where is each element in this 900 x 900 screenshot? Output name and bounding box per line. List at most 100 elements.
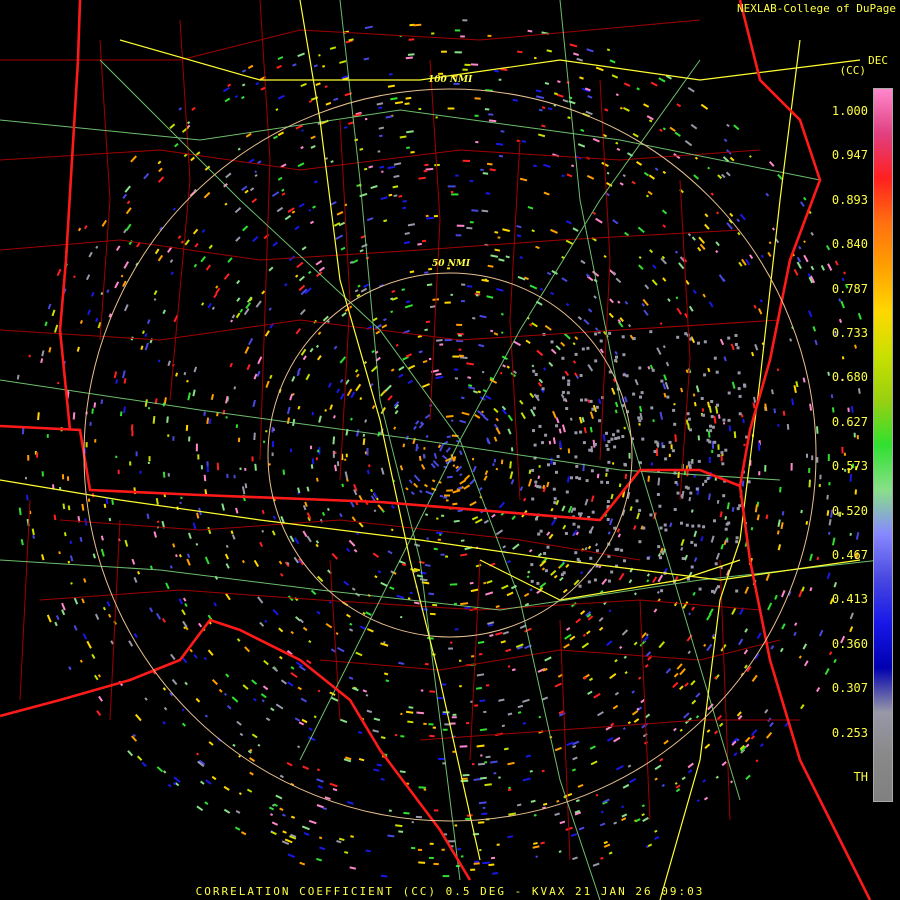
echo-pixel <box>629 777 637 784</box>
echo-pixel <box>122 193 128 200</box>
echo-pixel <box>673 727 677 732</box>
echo-pixel <box>148 456 151 462</box>
echo-pixel <box>764 709 769 714</box>
echo-pixel <box>407 720 414 724</box>
clutter-pixel <box>579 374 583 377</box>
clutter-pixel <box>556 455 560 458</box>
echo-pixel <box>196 512 200 519</box>
echo-pixel <box>79 659 83 663</box>
echo-pixel <box>311 458 315 464</box>
echo-pixel <box>276 206 284 213</box>
echo-pixel <box>172 782 177 786</box>
clutter-pixel <box>538 424 542 428</box>
echo-pixel <box>452 464 456 468</box>
echo-pixel <box>439 343 444 346</box>
echo-pixel <box>102 606 106 611</box>
echo-pixel <box>563 333 571 340</box>
echo-pixel <box>55 615 60 621</box>
echo-pixel <box>149 607 154 613</box>
echo-pixel <box>665 668 672 674</box>
echo-pixel <box>493 436 498 442</box>
echo-pixel <box>485 591 494 596</box>
echo-pixel <box>368 165 374 169</box>
echo-pixel <box>602 434 606 442</box>
echo-pixel <box>507 788 512 792</box>
clutter-pixel <box>725 539 729 543</box>
echo-pixel <box>398 830 404 833</box>
echo-pixel <box>254 170 258 174</box>
echo-pixel <box>144 332 148 338</box>
echo-pixel <box>690 123 698 130</box>
echo-pixel <box>654 835 660 840</box>
echo-pixel <box>589 426 593 433</box>
clutter-pixel <box>706 438 710 442</box>
echo-pixel <box>180 496 183 500</box>
echo-pixel <box>623 396 628 403</box>
echo-pixel <box>275 108 279 111</box>
echo-pixel <box>73 597 79 605</box>
echo-pixel <box>688 612 691 616</box>
echo-pixel <box>530 408 536 417</box>
clutter-pixel <box>586 346 590 350</box>
echo-pixel <box>777 544 782 551</box>
echo-pixel <box>31 528 35 536</box>
echo-pixel <box>437 757 446 761</box>
clutter-pixel <box>621 435 625 438</box>
echo-pixel <box>550 519 557 526</box>
clutter-pixel <box>703 373 707 377</box>
echo-pixel <box>781 511 785 516</box>
echo-pixel <box>611 387 616 395</box>
echo-pixel <box>325 101 332 106</box>
echo-pixel <box>383 318 387 322</box>
echo-pixel <box>488 113 494 116</box>
clutter-pixel <box>658 504 662 508</box>
clutter-pixel <box>690 460 694 464</box>
echo-pixel <box>529 769 533 773</box>
echo-pixel <box>693 530 698 538</box>
echo-pixel <box>241 559 245 564</box>
echo-pixel <box>506 591 514 597</box>
echo-pixel <box>738 261 743 267</box>
echo-pixel <box>276 64 282 69</box>
clutter-pixel <box>650 406 654 410</box>
echo-pixel <box>722 422 726 425</box>
clutter-pixel <box>595 405 599 409</box>
echo-pixel <box>633 718 640 723</box>
echo-pixel <box>535 855 538 858</box>
echo-pixel <box>451 193 459 196</box>
echo-pixel <box>139 470 142 474</box>
echo-pixel <box>744 586 750 594</box>
echo-pixel <box>643 309 649 316</box>
echo-pixel <box>478 343 485 348</box>
echo-pixel <box>541 769 545 773</box>
echo-pixel <box>432 726 437 729</box>
echo-pixel <box>348 628 354 632</box>
echo-pixel <box>141 761 147 768</box>
clutter-pixel <box>703 340 707 344</box>
echo-pixel <box>466 285 473 288</box>
echo-pixel <box>462 19 468 22</box>
echo-pixel <box>490 329 494 333</box>
echo-pixel <box>182 597 187 602</box>
echo-pixel <box>539 287 544 291</box>
echo-pixel <box>624 231 630 237</box>
echo-pixel <box>767 251 772 258</box>
clutter-pixel <box>657 545 661 549</box>
echo-pixel <box>231 314 236 319</box>
echo-pixel <box>166 416 169 423</box>
echo-pixel <box>572 342 576 346</box>
echo-pixel <box>502 228 511 232</box>
echo-pixel <box>245 132 252 138</box>
echo-pixel <box>809 403 813 411</box>
echo-pixel <box>684 682 689 687</box>
echo-pixel <box>279 774 284 779</box>
clutter-pixel <box>532 369 536 373</box>
clutter-pixel <box>674 481 678 484</box>
clutter-pixel <box>663 523 667 527</box>
echo-pixel <box>130 424 134 431</box>
echo-pixel <box>533 841 538 845</box>
echo-pixel <box>849 626 854 633</box>
clutter-pixel <box>724 448 728 452</box>
echo-pixel <box>236 297 241 302</box>
echo-pixel <box>500 312 504 316</box>
